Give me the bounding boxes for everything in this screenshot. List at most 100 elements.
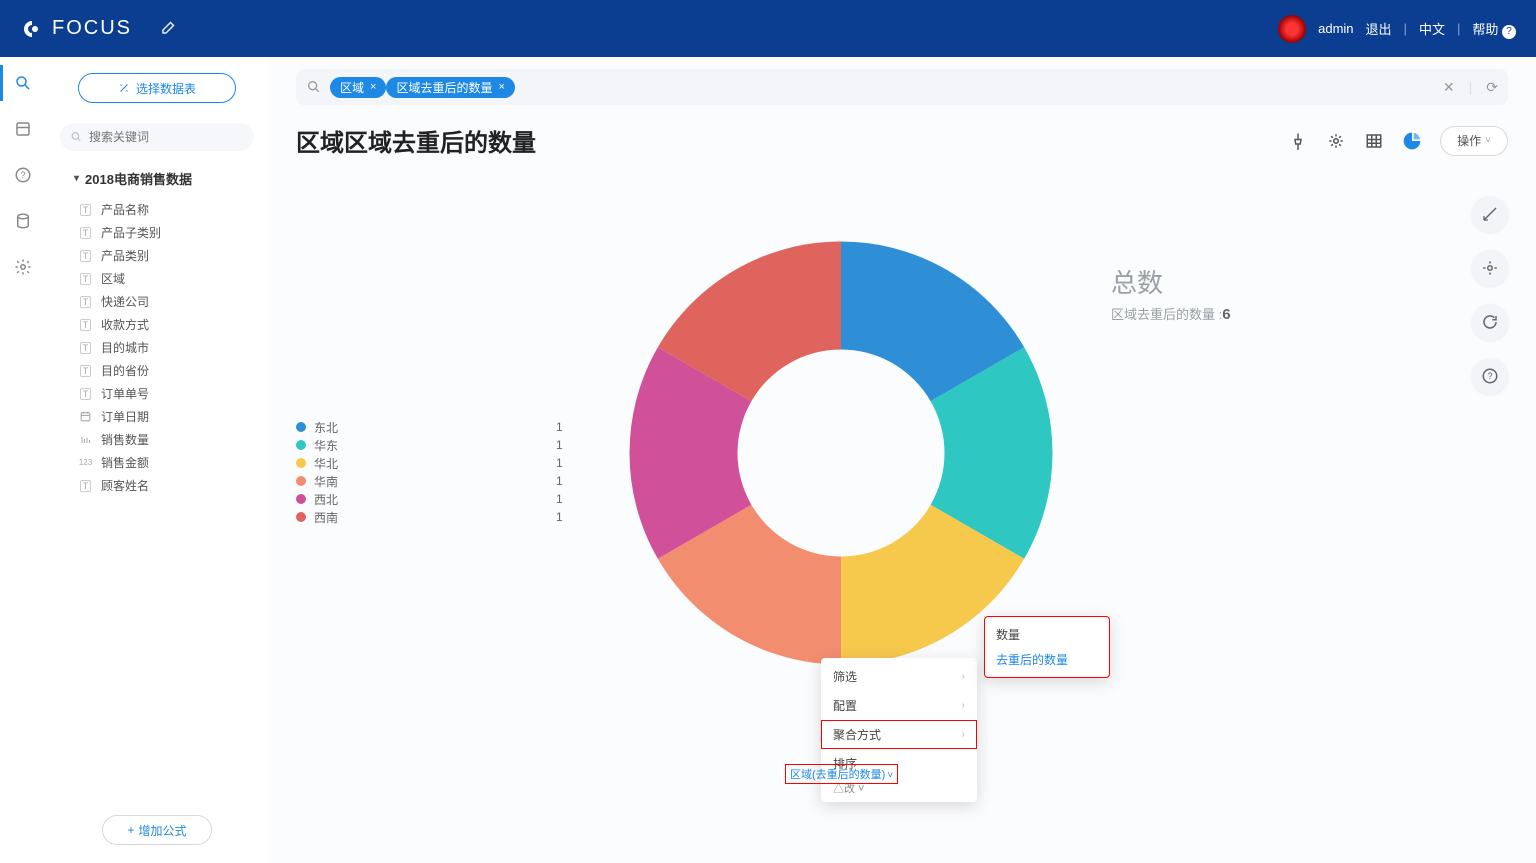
legend-item[interactable]: 西北1 [296,490,563,508]
logo[interactable]: FOCUS [20,17,132,41]
field-type-icon [78,409,93,424]
legend-item[interactable]: 东北1 [296,418,563,436]
field-type-icon: T [78,271,93,286]
field-item[interactable]: T 产品名称 [60,198,254,221]
username[interactable]: admin [1318,21,1353,36]
legend: 东北1华东1华北1华南1西北1西南1 [296,418,563,526]
chart-help-icon[interactable]: ? [1472,358,1508,394]
divider: | [1404,21,1407,36]
field-item[interactable]: T产品子类别 [60,221,254,244]
field-item[interactable]: 123销售金额 [60,451,254,474]
field-item[interactable]: 销售数量 [60,428,254,451]
field-item[interactable]: T产品类别 [60,244,254,267]
search-input[interactable] [89,130,244,144]
close-icon[interactable]: × [498,81,504,93]
field-item[interactable]: T区域 [60,267,254,290]
add-formula-button[interactable]: + 增加公式 [102,815,212,845]
field-item[interactable]: T顾客姓名 [60,474,254,497]
chip-label: 区域 [340,79,364,96]
field-type-icon: T [78,317,93,332]
select-data-button[interactable]: 选择数据表 [78,73,236,103]
clear-icon[interactable]: ✕ [1443,79,1455,96]
search-nav-icon[interactable] [13,73,33,93]
title-row: 区域区域去重后的数量 操作˅ [296,123,1508,158]
field-label: 目的城市 [101,339,149,356]
op-label: 操作 [1457,132,1481,149]
aggregate-submenu: 数量去重后的数量 [984,616,1110,678]
main-wrap: ? 选择数据表 ▾ 2018电商销售数据 T产品名称T产品子类别T产品类别T区域… [0,57,1536,863]
field-label: 产品类别 [101,247,149,264]
submenu-item[interactable]: 数量 [984,622,1110,647]
help-link[interactable]: 帮助 ? [1472,19,1516,39]
chevron-right-icon: › [962,671,965,682]
logout-link[interactable]: 退出 [1366,19,1392,38]
field-item[interactable]: T订单单号 [60,382,254,405]
refresh-icon[interactable]: ⟳ [1486,79,1498,96]
field-item[interactable]: 订单日期 [60,405,254,428]
dashboard-nav-icon[interactable] [13,119,33,139]
field-tag[interactable]: 区域(去重后的数量)˅ [786,765,897,783]
legend-item[interactable]: 西南1 [296,508,563,526]
legend-value: 1 [556,456,563,470]
query-bar: 区域×区域去重后的数量× ✕ | ⟳ [296,69,1508,105]
legend-item[interactable]: 华北1 [296,454,563,472]
close-icon[interactable]: × [370,81,376,93]
svg-text:?: ? [1487,371,1492,381]
field-item[interactable]: T 目的城市 [60,336,254,359]
field-type-icon [78,432,93,447]
chart-refresh-icon[interactable] [1472,304,1508,340]
operation-button[interactable]: 操作˅ [1440,126,1508,156]
topbar-right: admin 退出 | 中文 | 帮助 ? [1278,15,1516,43]
title-actions: 操作˅ [1288,126,1508,156]
pin-icon[interactable] [1288,131,1308,151]
edit-icon[interactable] [160,18,178,39]
svg-text:?: ? [20,170,25,180]
legend-label: 西南 [314,509,338,526]
context-menu-item[interactable]: 筛选 › [821,662,977,691]
legend-label: 东北 [314,419,338,436]
menu-label: 筛选 [833,668,857,685]
data-nav-icon[interactable] [13,211,33,231]
context-menu-item[interactable]: 配置› [821,691,977,720]
settings-nav-icon[interactable] [13,257,33,277]
dataset-name[interactable]: ▾ 2018电商销售数据 [74,169,254,188]
page-title: 区域区域去重后的数量 [296,123,536,158]
search-icon[interactable] [306,79,322,95]
field-type-icon: T [78,386,93,401]
context-menu-item[interactable]: 聚合方式› [821,720,977,749]
legend-label: 西北 [314,491,338,508]
dataset-label: 2018电商销售数据 [85,169,192,188]
query-chip[interactable]: 区域 × [330,77,386,98]
gear-icon[interactable] [1326,131,1346,151]
submenu-item[interactable]: 去重后的数量 [984,647,1110,672]
lang-link[interactable]: 中文 [1419,19,1445,38]
legend-item[interactable]: 华南1 [296,472,563,490]
legend-item[interactable]: 华东1 [296,436,563,454]
select-data-label: 选择数据表 [136,80,196,97]
field-list: T产品名称T产品子类别T产品类别T区域T快递公司T收款方式T目的城市T目的省份T… [60,198,254,497]
field-label: 顾客姓名 [101,477,149,494]
field-item[interactable]: T目的省份 [60,359,254,382]
query-chip[interactable]: 区域去重后的数量× [386,77,514,98]
help-nav-icon[interactable]: ? [13,165,33,185]
legend-value: 1 [556,474,563,488]
add-formula-label: 增加公式 [139,822,187,839]
field-label: 目的省份 [101,362,149,379]
pie-icon[interactable] [1402,131,1422,151]
edit-chart-icon[interactable] [1472,196,1508,232]
chart-settings-icon[interactable] [1472,250,1508,286]
field-label: 产品名称 [101,201,149,218]
table-icon[interactable] [1364,131,1384,151]
search-box[interactable] [60,123,254,151]
field-item[interactable]: T收款方式 [60,313,254,336]
field-label: 产品子类别 [101,224,161,241]
topbar-left: FOCUS [20,17,178,41]
avatar[interactable] [1278,15,1306,43]
field-type-icon: T [78,202,93,217]
field-label: 销售数量 [101,431,149,448]
total-label: 总数 [1111,263,1231,300]
field-label: 快递公司 [101,293,149,310]
field-type-icon: T [78,340,93,355]
donut-chart[interactable] [616,228,1066,681]
field-item[interactable]: T快递公司 [60,290,254,313]
